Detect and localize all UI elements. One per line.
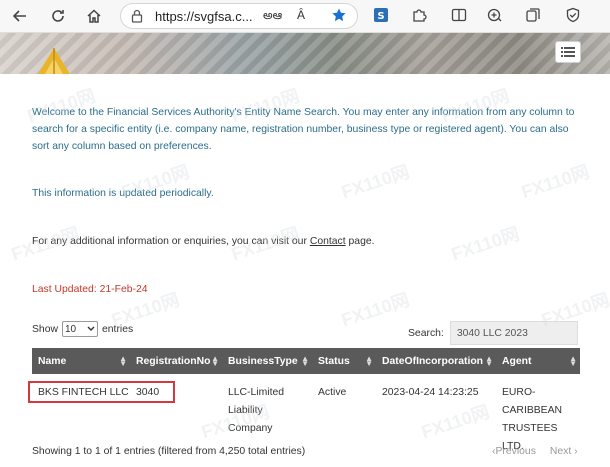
column-label: Name (38, 355, 67, 367)
shield-check-icon[interactable] (564, 6, 582, 24)
business-type-line: LLC-Limited (228, 387, 285, 398)
contact-suffix: page. (345, 236, 375, 247)
refresh-icon[interactable] (48, 6, 68, 26)
lock-icon[interactable] (131, 9, 143, 28)
last-updated: Last Updated: 21-Feb-24 (32, 284, 148, 295)
back-arrow-icon[interactable] (10, 6, 30, 26)
column-label: DateOfIncorporation (382, 355, 484, 367)
watermark: FX110网 (518, 161, 592, 203)
show-entries-control: Show 10 entries (32, 321, 133, 337)
column-label: Agent (502, 355, 532, 367)
sort-icon: ▲ ▼ (211, 354, 219, 368)
search-control: Search: 3040 LLC 2023 (408, 321, 578, 345)
column-header-agent[interactable]: Agent ▲ ▼ (496, 348, 580, 374)
watermark: FX110网 (448, 223, 522, 265)
search-label: Search: (408, 327, 444, 339)
show-label: Show (32, 323, 58, 335)
site-logo (34, 46, 74, 79)
favorite-star-icon[interactable] (331, 7, 347, 26)
url-text: https://svgfsa.c... (155, 9, 253, 24)
favorites-collection-icon[interactable] (486, 6, 504, 24)
agent-line: EURO- (502, 387, 536, 398)
sort-icon: ▲ ▼ (569, 354, 577, 368)
read-aloud-icon[interactable]: Ȃ (297, 8, 305, 22)
table-header: Name ▲ ▼ RegistrationNo ▲ ▼ BusinessType ▲ ▼ S… (32, 348, 580, 374)
translate-icon[interactable]: అఆ (263, 8, 282, 25)
agent-line: CARIBBEAN (502, 405, 563, 416)
sort-icon: ▲ ▼ (365, 354, 373, 368)
column-label: BusinessType (228, 355, 298, 367)
sort-icon: ▲ ▼ (485, 354, 493, 368)
next-label: Next (549, 446, 572, 457)
collections-icon[interactable] (524, 6, 542, 24)
list-menu-icon (561, 47, 575, 57)
previous-label: Previous (495, 446, 536, 457)
sort-icon: ▲ ▼ (301, 354, 309, 368)
sort-icon: ▲ ▼ (119, 354, 127, 368)
column-label: RegistrationNo (136, 355, 211, 367)
column-label: Status (318, 355, 350, 367)
contact-link[interactable]: Contact (310, 236, 346, 247)
watermark: FX110网 (338, 161, 412, 203)
contact-text: For any additional information or enquir… (32, 236, 375, 247)
column-header-registration[interactable]: RegistrationNo ▲ ▼ (130, 348, 222, 374)
business-type-line: Company (228, 423, 273, 434)
watermark: FX110网 (338, 289, 412, 331)
banner-photo (0, 33, 610, 74)
next-button[interactable]: Next › (550, 446, 578, 457)
chevron-down-icon (87, 326, 95, 331)
menu-button[interactable] (555, 41, 581, 63)
home-icon[interactable] (84, 6, 104, 26)
extensions-puzzle-icon[interactable] (410, 6, 428, 24)
entries-label: entries (102, 323, 134, 335)
column-header-business-type[interactable]: BusinessType ▲ ▼ (222, 348, 312, 374)
previous-button[interactable]: ‹Previous (492, 446, 536, 457)
column-header-date[interactable]: DateOfIncorporation ▲ ▼ (376, 348, 496, 374)
chevron-right-icon: › (571, 446, 578, 457)
column-header-name[interactable]: Name ▲ ▼ (32, 348, 130, 374)
highlight-annotation (28, 381, 175, 403)
table-info: Showing 1 to 1 of 1 entries (filtered fr… (32, 446, 306, 457)
svg-text:S: S (377, 11, 384, 22)
cell-business-type: LLC-Limited Liability Company (222, 384, 284, 438)
contact-prefix: For any additional information or enquir… (32, 236, 310, 247)
search-input[interactable]: 3040 LLC 2023 (449, 321, 578, 345)
entries-select[interactable]: 10 (62, 321, 98, 337)
business-type-line: Liability (228, 405, 263, 416)
cell-status: Active (318, 387, 347, 398)
entries-value: 10 (65, 323, 77, 335)
column-header-status[interactable]: Status ▲ ▼ (312, 348, 376, 374)
extension-s-icon[interactable]: S (372, 6, 390, 24)
header-banner (0, 33, 610, 74)
pagination: ‹Previous Next › (492, 446, 578, 457)
split-screen-icon[interactable] (450, 6, 468, 24)
address-bar[interactable]: https://svgfsa.c... అఆ Ȃ (120, 3, 358, 29)
browser-toolbar: https://svgfsa.c... అఆ Ȃ S (0, 0, 610, 33)
update-notice: This information is updated periodically… (32, 188, 214, 199)
cell-date: 2023-04-24 14:23:25 (382, 387, 479, 398)
intro-text: Welcome to the Financial Services Author… (32, 107, 575, 152)
